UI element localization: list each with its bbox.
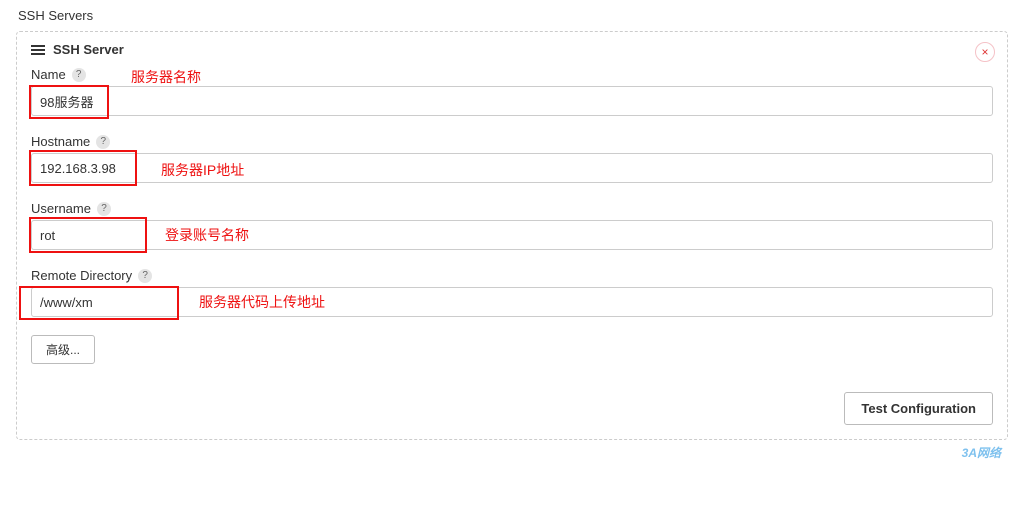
hostname-label: Hostname [31,134,90,149]
drag-handle-icon[interactable] [31,45,45,55]
help-icon[interactable]: ? [96,135,110,149]
test-configuration-button[interactable]: Test Configuration [844,392,993,425]
help-icon[interactable]: ? [97,202,111,216]
close-button[interactable]: × [975,42,995,62]
panel-header: SSH Server [31,42,993,57]
field-hostname: Hostname ? 服务器IP地址 [31,134,993,183]
hostname-input[interactable] [31,153,993,183]
name-input[interactable] [31,86,993,116]
field-username: Username ? 登录账号名称 [31,201,993,250]
field-remote-directory: Remote Directory ? 服务器代码上传地址 [31,268,993,317]
watermark-text: 3A网络 [962,444,1001,461]
section-title: SSH Servers [18,8,1008,23]
advanced-row: 高级... [31,335,993,364]
advanced-button[interactable]: 高级... [31,335,95,364]
name-label: Name [31,67,66,82]
username-input[interactable] [31,220,993,250]
remote-directory-input[interactable] [31,287,993,317]
help-icon[interactable]: ? [138,269,152,283]
panel-footer: Test Configuration [31,392,993,425]
field-name: Name ? 服务器名称 [31,67,993,116]
ssh-server-panel: SSH Server × Name ? 服务器名称 Hostname ? 服务器… [16,31,1008,440]
remote-directory-label: Remote Directory [31,268,132,283]
username-label: Username [31,201,91,216]
panel-title: SSH Server [53,42,124,57]
help-icon[interactable]: ? [72,68,86,82]
